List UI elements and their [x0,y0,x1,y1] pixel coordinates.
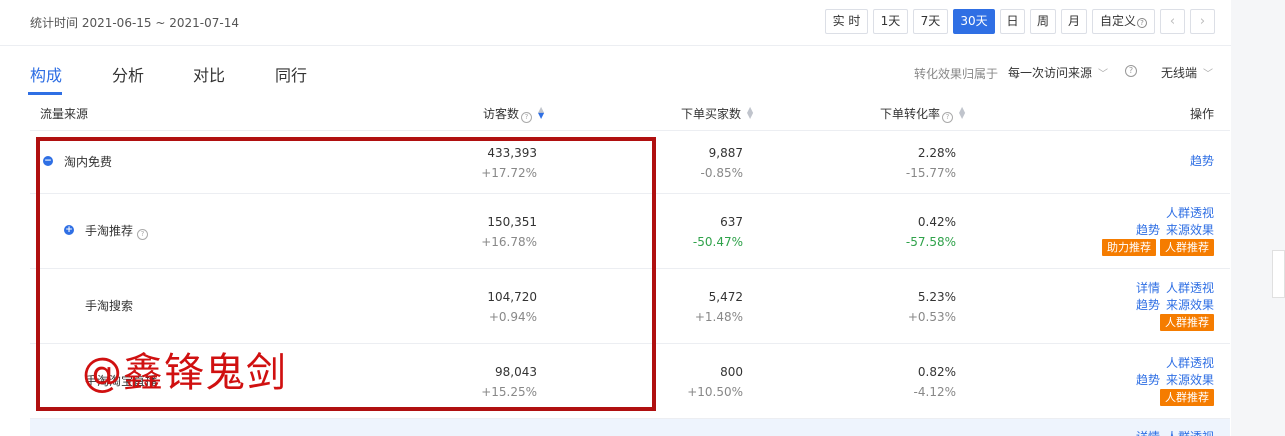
sort-icon: ▲ ▼ [747,105,754,120]
row-actions: 详情 人群透视 趋势 来源效果 人群推荐 [1136,280,1214,331]
date-range-text: 统计时间 2021-06-15 ~ 2021-07-14 [30,16,239,30]
source-effect-link[interactable]: 来源效果 [1166,373,1214,387]
main-panel: 统计时间 2021-06-15 ~ 2021-07-14 实 时 1天 7天 3… [0,0,1231,436]
column-visitors-label: 访客数 [483,107,520,121]
crowd-link[interactable]: 人群透视 [1166,281,1214,295]
source-effect-link[interactable]: 来源效果 [1166,223,1214,237]
period-7day-button[interactable]: 7天 [913,9,948,34]
rate-change: -15.77% [905,166,956,180]
period-selector: 实 时 1天 7天 30天 日 周 月 自定义? ‹ › [825,9,1220,34]
tab-composition[interactable]: 构成 [30,62,62,86]
rate-value: 2.28% [917,146,956,160]
date-toolbar: 统计时间 2021-06-15 ~ 2021-07-14 实 时 1天 7天 3… [0,0,1231,46]
prev-period-button[interactable]: ‹ [1160,9,1185,34]
next-period-button[interactable]: › [1190,9,1215,34]
buyers-value: 5,472 [708,290,743,304]
period-week-button[interactable]: 周 [1030,9,1056,34]
tab-compare[interactable]: 对比 [193,62,225,86]
crowd-recommend-tag[interactable]: 人群推荐 [1160,239,1214,256]
detail-link[interactable]: 详情 [1136,430,1160,436]
column-ops: 操作 [1190,107,1215,121]
row-actions: 人群透视 趋势 来源效果 助力推荐 人群推荐 [1098,205,1214,256]
rate-cell: 5.23% +0.53% [908,287,956,327]
rate-value: 0.82% [917,365,956,379]
period-realtime-button[interactable]: 实 时 [825,9,868,34]
boost-recommend-tag[interactable]: 助力推荐 [1102,239,1156,256]
rate-cell: 0.42% -57.58% [906,212,956,252]
row-actions: 人群透视 趋势 来源效果 人群推荐 [1136,355,1214,406]
rate-change: +0.53% [907,310,956,324]
column-buyers[interactable]: 下单买家数 ▲ ▼ [681,105,753,122]
trend-link[interactable]: 趋势 [1190,154,1214,168]
buyers-value: 637 [720,215,743,229]
watermark-text: @鑫锋鬼剑 [82,350,287,396]
buyers-change: -50.47% [692,235,743,249]
table-row: 详情人群透视 [30,419,1230,436]
buyers-change: +10.50% [687,385,743,399]
custom-period-label: 自定义 [1099,14,1136,28]
sort-icon: ▲ ▼ [959,105,966,120]
rate-value: 0.42% [917,215,956,229]
attribution-value: 每一次访问来源 [1008,66,1093,80]
table-header: 流量来源 访客数 ? ▲ ▼ 下单买家数 ▲ ▼ 下单转化率 ? ▲ ▼ 操作 [30,97,1230,131]
help-icon[interactable]: ? [1125,65,1137,77]
device-value: 无线端 [1161,66,1198,80]
sort-icon: ▲ ▼ [538,105,545,120]
side-drawer-handle[interactable] [1272,250,1285,298]
column-visitors[interactable]: 访客数 ? ▲ ▼ [483,105,544,123]
period-day-button[interactable]: 日 [1000,9,1025,34]
detail-link[interactable]: 详情 [1136,281,1160,295]
column-rate[interactable]: 下单转化率 ? ▲ ▼ [880,105,965,123]
help-icon: ? [1137,18,1147,28]
crowd-recommend-tag[interactable]: 人群推荐 [1160,314,1214,331]
trend-link[interactable]: 趋势 [1136,373,1160,387]
row-actions: 详情人群透视 [1136,429,1214,436]
period-month-button[interactable]: 月 [1061,9,1087,34]
trend-link[interactable]: 趋势 [1136,298,1160,312]
buyers-change: +1.48% [694,310,743,324]
attribution-select[interactable]: 每一次访问来源 ﹀ [1008,64,1108,81]
column-buyers-label: 下单买家数 [681,107,742,121]
tab-peers[interactable]: 同行 [275,62,307,86]
buyers-cell: 637 -50.47% [693,212,743,252]
buyers-cell: 800 +10.50% [687,362,743,402]
active-tab-indicator [28,92,62,95]
period-30day-button[interactable]: 30天 [953,9,995,34]
chevron-down-icon: ﹀ [1098,69,1109,80]
crowd-link[interactable]: 人群透视 [1166,206,1214,220]
rate-value: 5.23% [917,290,956,304]
help-icon: ? [942,112,954,123]
chevron-down-icon: ﹀ [1203,69,1214,80]
row-actions: 趋势 [1190,153,1214,170]
rate-change: -57.58% [905,235,956,249]
help-icon: ? [521,112,533,123]
buyers-change: -0.85% [700,166,743,180]
source-effect-link[interactable]: 来源效果 [1166,298,1214,312]
custom-period-button[interactable]: 自定义? [1092,9,1155,34]
crowd-link[interactable]: 人群透视 [1166,356,1214,370]
rate-change: -4.12% [913,385,956,399]
buyers-value: 9,887 [708,146,743,160]
rate-cell: 0.82% -4.12% [914,362,956,402]
device-select[interactable]: 无线端 ﹀ [1161,64,1213,81]
crowd-recommend-tag[interactable]: 人群推荐 [1160,389,1214,406]
column-source: 流量来源 [40,107,89,121]
buyers-cell: 9,887 -0.85% [701,143,743,183]
tab-analysis[interactable]: 分析 [112,62,144,86]
attribution-label: 转化效果归属于 [914,67,999,81]
trend-link[interactable]: 趋势 [1136,223,1160,237]
column-rate-label: 下单转化率 [880,107,941,121]
period-1day-button[interactable]: 1天 [873,9,908,34]
rate-cell: 2.28% -15.77% [906,143,956,183]
crowd-link[interactable]: 人群透视 [1166,430,1214,436]
buyers-cell: 5,472 +1.48% [695,287,743,327]
buyers-value: 800 [720,365,743,379]
